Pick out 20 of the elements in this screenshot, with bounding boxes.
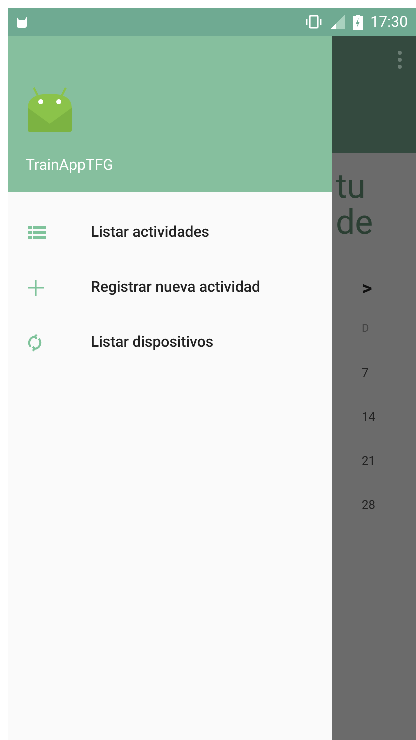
next-month-button[interactable]: > bbox=[362, 273, 372, 303]
overflow-menu-icon[interactable] bbox=[398, 51, 402, 69]
heading-text: tu bbox=[336, 169, 367, 205]
plus-icon bbox=[28, 280, 44, 296]
list-icon bbox=[28, 226, 46, 240]
status-time: 17:30 bbox=[370, 12, 408, 33]
calendar-day: 28 bbox=[362, 496, 376, 514]
battery-icon bbox=[352, 14, 363, 30]
cat-icon bbox=[16, 16, 28, 28]
signal-icon bbox=[330, 15, 345, 29]
calendar-day: 7 bbox=[362, 364, 376, 382]
calendar-day: 14 bbox=[362, 408, 376, 426]
sync-icon bbox=[28, 334, 42, 352]
drawer-item[interactable]: Listar dispositivos bbox=[8, 315, 332, 370]
drawer-item[interactable]: Listar actividades bbox=[8, 205, 332, 260]
heading-text: de bbox=[336, 205, 374, 241]
calendar-day: 21 bbox=[362, 452, 376, 470]
vibrate-icon bbox=[304, 15, 323, 29]
app-name: TrainAppTFG bbox=[26, 155, 114, 176]
drawer-item[interactable]: Registrar nueva actividad bbox=[8, 260, 332, 315]
